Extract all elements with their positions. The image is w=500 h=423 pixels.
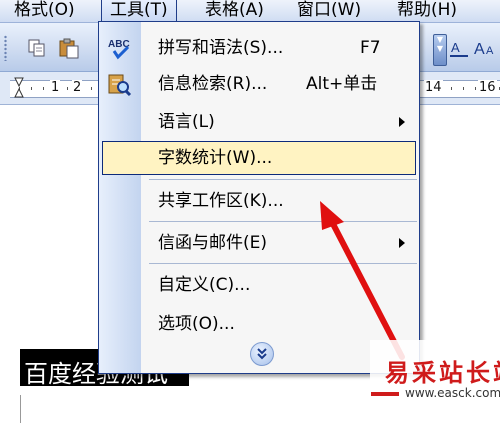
menu-item-shortcut: Alt+单击	[306, 74, 378, 94]
copy-button[interactable]	[26, 37, 48, 59]
menu-item-customize[interactable]: 自定义(C)...	[99, 266, 419, 304]
font-size-icon: A A	[474, 41, 494, 58]
menu-item-language[interactable]: 语言(L)	[99, 103, 419, 141]
menu-tools[interactable]: 工具(T)	[101, 0, 177, 22]
menu-item-word-count[interactable]: 字数统计(W)...	[102, 141, 416, 175]
menu-item-letters-mailings[interactable]: 信函与邮件(E)	[99, 224, 419, 262]
tools-menu: ABC 拼写和语法(S)... F7 信息检索(R)... Alt+单击 语言(…	[98, 21, 420, 374]
menu-item-label: 共享工作区(K)...	[158, 191, 284, 211]
chevron-down-icon: ▼	[436, 44, 444, 53]
watermark-stripe	[371, 392, 399, 396]
toolbar-options-dropdown[interactable]: ▼ ▼	[433, 34, 447, 66]
watermark-title: 易采站长站	[385, 359, 500, 387]
ruler-number: 14	[424, 80, 443, 95]
menu-item-shortcut: F7	[360, 38, 381, 58]
menu-table[interactable]: 表格(A)	[205, 0, 264, 22]
menu-help[interactable]: 帮助(H)	[397, 0, 457, 22]
ruler-number: 2	[72, 80, 83, 95]
text-boundary-marker	[10, 395, 21, 423]
menu-item-label: 信息检索(R)...	[158, 74, 268, 94]
menu-item-options[interactable]: 选项(O)...	[99, 305, 419, 343]
menu-item-research[interactable]: 信息检索(R)... Alt+单击	[99, 65, 419, 103]
ruler-number: 1	[50, 80, 61, 95]
text-box-icon: A	[450, 40, 468, 57]
ruler-number: 16	[478, 80, 497, 95]
menu-window[interactable]: 窗口(W)	[297, 0, 361, 22]
menu-separator	[149, 179, 417, 180]
menu-format[interactable]: 格式(O)	[14, 0, 75, 22]
menu-item-label: 选项(O)...	[158, 314, 235, 334]
menu-separator	[149, 263, 417, 264]
menu-item-label: 自定义(C)...	[158, 275, 251, 295]
menu-expand-button[interactable]	[250, 342, 274, 366]
submenu-arrow-icon	[399, 238, 405, 248]
menu-item-label: 拼写和语法(S)...	[158, 38, 284, 58]
paste-icon	[59, 38, 79, 59]
paste-button[interactable]	[58, 37, 80, 59]
chevron-down-icon: ▼	[436, 35, 444, 44]
menu-item-spelling-grammar[interactable]: ABC 拼写和语法(S)... F7	[99, 29, 419, 67]
menu-item-label: 字数统计(W)...	[158, 148, 273, 168]
chevron-double-down-icon	[257, 348, 267, 360]
watermark-url: www.easck.com	[405, 386, 500, 400]
menu-separator	[149, 221, 417, 222]
menu-item-shared-workspace[interactable]: 共享工作区(K)...	[99, 182, 419, 220]
submenu-arrow-icon	[399, 117, 405, 127]
svg-text:A: A	[474, 41, 485, 58]
font-color-button[interactable]: A	[448, 37, 470, 59]
svg-text:A: A	[486, 45, 494, 57]
menu-item-label: 语言(L)	[158, 112, 215, 132]
font-size-button[interactable]: A A	[472, 37, 500, 59]
indent-marker-icon[interactable]	[14, 77, 24, 99]
menubar: 格式(O) 工具(T) 表格(A) 窗口(W) 帮助(H)	[0, 0, 500, 23]
toolbar-grip[interactable]	[4, 35, 7, 61]
menu-item-label: 信函与邮件(E)	[158, 233, 268, 253]
svg-text:A: A	[451, 40, 460, 55]
research-icon	[106, 71, 132, 97]
spelling-check-icon: ABC	[106, 35, 132, 61]
copy-icon	[28, 39, 45, 57]
